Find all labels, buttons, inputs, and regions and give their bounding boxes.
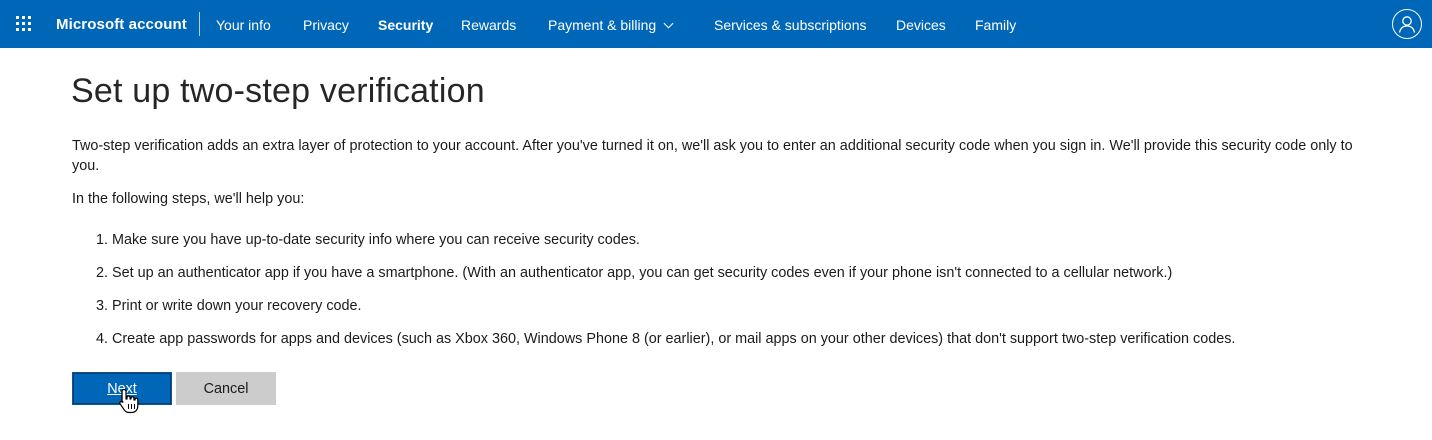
step-item: 3. Print or write down your recovery cod… [96,298,362,314]
top-navigation-bar: Microsoft account Your info Privacy Secu… [0,0,1432,48]
cancel-button[interactable]: Cancel [176,372,276,405]
intro-paragraph: Two-step verification adds an extra laye… [72,138,1353,174]
nav-privacy[interactable]: Privacy [303,0,349,48]
chevron-down-icon [663,18,674,29]
nav-payment-billing[interactable]: Payment & billing [548,0,674,48]
nav-your-info[interactable]: Your info [216,0,271,48]
nav-services-subscriptions[interactable]: Services & subscriptions [714,0,867,48]
person-circle-icon[interactable] [1392,9,1422,39]
nav-devices[interactable]: Devices [896,0,946,48]
steps-lead-text: In the following steps, we'll help you: [72,191,305,207]
waffle-grid-icon[interactable] [16,16,32,32]
step-item: 4. Create app passwords for apps and dev… [96,331,1236,347]
next-button[interactable]: Next [72,372,172,405]
nav-divider [199,12,200,36]
nav-rewards[interactable]: Rewards [461,0,516,48]
nav-payment-billing-label: Payment & billing [548,17,657,33]
next-button-label: Next [107,380,137,397]
nav-family[interactable]: Family [975,0,1016,48]
step-item: 1. Make sure you have up-to-date securit… [96,232,640,248]
step-item: 2. Set up an authenticator app if you ha… [96,265,1173,281]
page-title: Set up two-step verification [71,72,485,110]
brand-link[interactable]: Microsoft account [56,0,187,48]
nav-security[interactable]: Security [378,0,433,48]
